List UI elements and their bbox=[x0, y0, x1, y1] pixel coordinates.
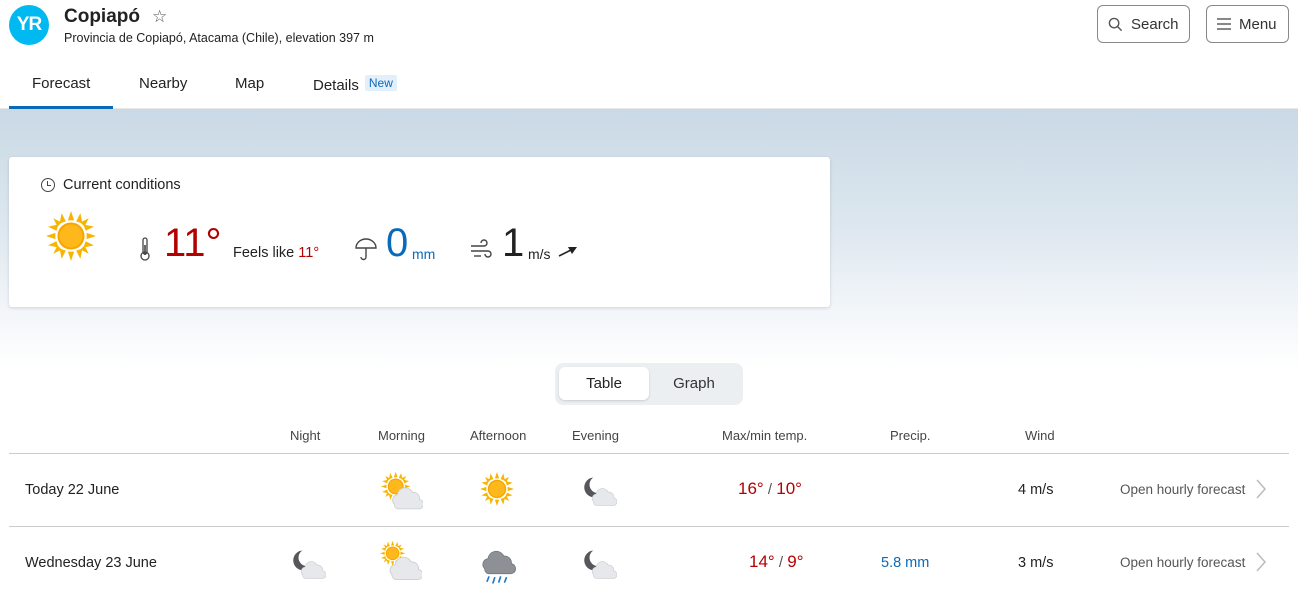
temp-max: 14° bbox=[749, 552, 775, 571]
search-button[interactable]: Search bbox=[1097, 5, 1190, 43]
column-temp: Max/min temp. bbox=[722, 428, 808, 443]
partly-cloudy-sun-icon bbox=[381, 471, 423, 510]
partly-cloudy-moon-icon bbox=[293, 550, 326, 579]
column-morning: Morning bbox=[378, 428, 425, 443]
wind-unit: m/s bbox=[528, 246, 551, 262]
location-title: Copiapó bbox=[64, 6, 140, 27]
current-conditions-heading: Current conditions bbox=[41, 177, 181, 193]
open-hourly-forecast-link[interactable]: Open hourly forecast bbox=[1120, 555, 1245, 570]
tab-forecast[interactable]: Forecast bbox=[8, 75, 114, 109]
temp-min: 9° bbox=[787, 552, 804, 571]
column-precip: Precip. bbox=[890, 428, 931, 443]
current-conditions-label: Current conditions bbox=[63, 177, 181, 193]
current-conditions-card: Current conditions 11° Feels like 11° 0 … bbox=[9, 157, 830, 307]
day-name: Today 22 June bbox=[25, 482, 120, 498]
column-wind: Wind bbox=[1025, 428, 1055, 443]
thermometer-icon bbox=[140, 237, 150, 261]
column-afternoon: Afternoon bbox=[470, 428, 527, 443]
wind-speed: 3 m/s bbox=[1018, 555, 1054, 571]
partly-cloudy-moon-icon bbox=[584, 550, 617, 579]
temp-max-min: 14° / 9° bbox=[749, 552, 804, 571]
open-hourly-forecast-link[interactable]: Open hourly forecast bbox=[1120, 482, 1245, 497]
search-label: Search bbox=[1131, 15, 1179, 33]
partly-cloudy-sun-icon bbox=[380, 540, 422, 580]
clear-sun-icon bbox=[46, 211, 96, 261]
current-temperature: 11° bbox=[164, 221, 222, 265]
favorite-star-icon[interactable]: ☆ bbox=[152, 7, 167, 27]
wind-speed: 4 m/s bbox=[1018, 482, 1054, 498]
current-precipitation: 0 bbox=[386, 221, 409, 265]
app-header: YR Copiapó ☆ Provincia de Copiapó, Ataca… bbox=[0, 0, 1298, 60]
temp-min: 10° bbox=[776, 479, 802, 498]
tab-map[interactable]: Map bbox=[235, 75, 264, 92]
hamburger-icon bbox=[1217, 18, 1231, 30]
current-wind-speed: 1 bbox=[502, 221, 525, 265]
yr-logo[interactable]: YR bbox=[9, 5, 49, 45]
table-view-button[interactable]: Table bbox=[559, 367, 649, 400]
precip-unit: mm bbox=[412, 246, 436, 262]
forecast-row-today[interactable]: Today 22 June 16° / 10° 4 m/s Open hourl… bbox=[9, 453, 1289, 526]
tab-details-label: Details bbox=[313, 77, 359, 94]
partly-cloudy-moon-icon bbox=[584, 477, 617, 506]
chevron-right-icon[interactable] bbox=[1255, 478, 1267, 500]
clear-sun-icon bbox=[480, 472, 514, 506]
menu-button[interactable]: Menu bbox=[1206, 5, 1289, 43]
forecast-row-wednesday[interactable]: Wednesday 23 June 14° / 9° 5.8 mm 3 m/s … bbox=[9, 526, 1289, 599]
temp-max-min: 16° / 10° bbox=[738, 479, 802, 498]
wind-direction-arrow-icon bbox=[558, 247, 577, 257]
graph-view-button[interactable]: Graph bbox=[649, 367, 739, 400]
day-name: Wednesday 23 June bbox=[25, 555, 157, 571]
tab-details[interactable]: Details New bbox=[313, 75, 397, 94]
new-badge: New bbox=[364, 75, 397, 91]
feels-like-value: 11° bbox=[298, 245, 320, 261]
feels-like: Feels like 11° bbox=[233, 245, 319, 261]
tab-bar: Forecast Nearby Map Details New bbox=[0, 66, 1298, 110]
tab-nearby[interactable]: Nearby bbox=[139, 75, 187, 92]
column-night: Night bbox=[290, 428, 321, 443]
feels-like-label: Feels like bbox=[233, 245, 295, 261]
wind-icon bbox=[471, 239, 492, 258]
view-toggle: Table Graph bbox=[555, 363, 743, 405]
precip-amount: 5.8 mm bbox=[881, 555, 930, 571]
umbrella-icon bbox=[355, 238, 377, 261]
column-evening: Evening bbox=[572, 428, 619, 443]
menu-label: Menu bbox=[1239, 15, 1277, 33]
clock-icon bbox=[41, 178, 55, 192]
search-icon bbox=[1108, 17, 1123, 31]
chevron-right-icon[interactable] bbox=[1255, 551, 1267, 573]
temp-max: 16° bbox=[738, 479, 764, 498]
location-subtitle: Provincia de Copiapó, Atacama (Chile), e… bbox=[64, 31, 374, 45]
rain-cloud-icon bbox=[482, 550, 516, 584]
